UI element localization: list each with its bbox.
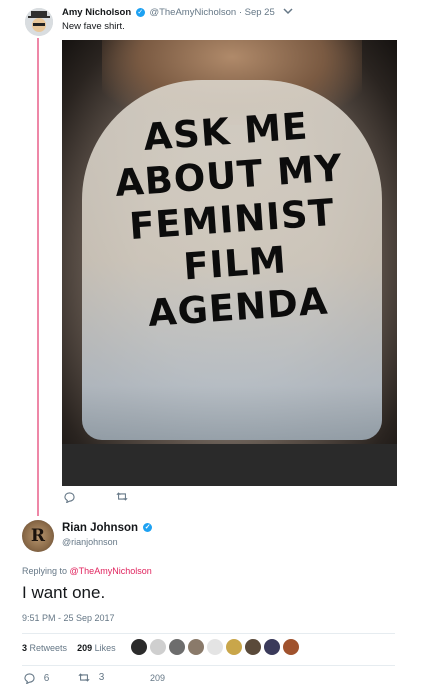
- divider: [22, 633, 395, 634]
- chevron-down-icon[interactable]: [283, 6, 293, 19]
- tweet-stats: 3 Retweets 209 Likes: [22, 643, 116, 653]
- liker-avatar[interactable]: [245, 639, 261, 655]
- reply-count: 6: [43, 673, 50, 685]
- photo-image: ASK ME ABOUT MY FEMINIST FILM AGENDA: [62, 40, 397, 444]
- likes-count[interactable]: 209: [77, 643, 92, 653]
- photo-letterbox: [62, 444, 397, 486]
- retweet-icon[interactable]: [116, 491, 128, 505]
- separator: ·: [238, 7, 242, 18]
- likes-label[interactable]: Likes: [95, 643, 116, 653]
- tweet-text: I want one.: [22, 583, 106, 602]
- liker-avatar[interactable]: [150, 639, 166, 655]
- replying-to: Replying to @TheAmyNicholson: [22, 566, 152, 576]
- reply-button[interactable]: 6: [24, 673, 50, 685]
- like-count: 209: [150, 673, 166, 683]
- retweets-label[interactable]: Retweets: [30, 643, 68, 653]
- avatar-icon: [25, 8, 53, 36]
- tweet-timestamp[interactable]: 9:51 PM - 25 Sep 2017: [22, 613, 115, 623]
- liker-avatar[interactable]: [226, 639, 242, 655]
- replying-prefix: Replying to: [22, 566, 68, 576]
- author-name[interactable]: Rian Johnson ✓: [62, 522, 154, 534]
- liker-avatar[interactable]: [188, 639, 204, 655]
- tweet-photo[interactable]: ASK ME ABOUT MY FEMINIST FILM AGENDA: [62, 40, 397, 486]
- like-button[interactable]: 209: [150, 673, 165, 683]
- avatar[interactable]: R: [22, 520, 54, 552]
- liker-avatar[interactable]: [283, 639, 299, 655]
- tweet-header: Amy Nicholson ✓ @TheAmyNicholson · Sep 2…: [62, 7, 275, 18]
- author-handle[interactable]: @TheAmyNicholson: [149, 7, 236, 18]
- tweet-text: New fave shirt.: [62, 21, 125, 32]
- liker-avatar[interactable]: [264, 639, 280, 655]
- author-name-text[interactable]: Rian Johnson: [62, 522, 138, 534]
- author-handle[interactable]: @rianjohnson: [62, 537, 118, 547]
- tweet-time[interactable]: Sep 25: [245, 7, 275, 18]
- retweet-icon: [78, 673, 90, 682]
- liker-avatar[interactable]: [169, 639, 185, 655]
- reply-icon[interactable]: [64, 492, 75, 506]
- author-name[interactable]: Amy Nicholson: [62, 7, 131, 18]
- mention-link[interactable]: @TheAmyNicholson: [70, 566, 152, 576]
- retweet-count: 3: [98, 672, 105, 684]
- thread-line: [37, 38, 39, 516]
- liker-avatars: [131, 639, 299, 655]
- divider: [22, 665, 395, 666]
- liker-avatar[interactable]: [131, 639, 147, 655]
- verified-icon: ✓: [143, 523, 153, 533]
- shirt-slogan: ASK ME ABOUT MY FEMINIST FILM AGENDA: [85, 101, 380, 340]
- verified-icon: ✓: [135, 7, 145, 17]
- avatar[interactable]: [25, 8, 53, 36]
- reply-icon: [24, 673, 35, 685]
- retweet-button[interactable]: 3: [78, 672, 104, 683]
- liker-avatar[interactable]: [207, 639, 223, 655]
- retweets-count[interactable]: 3: [22, 643, 27, 653]
